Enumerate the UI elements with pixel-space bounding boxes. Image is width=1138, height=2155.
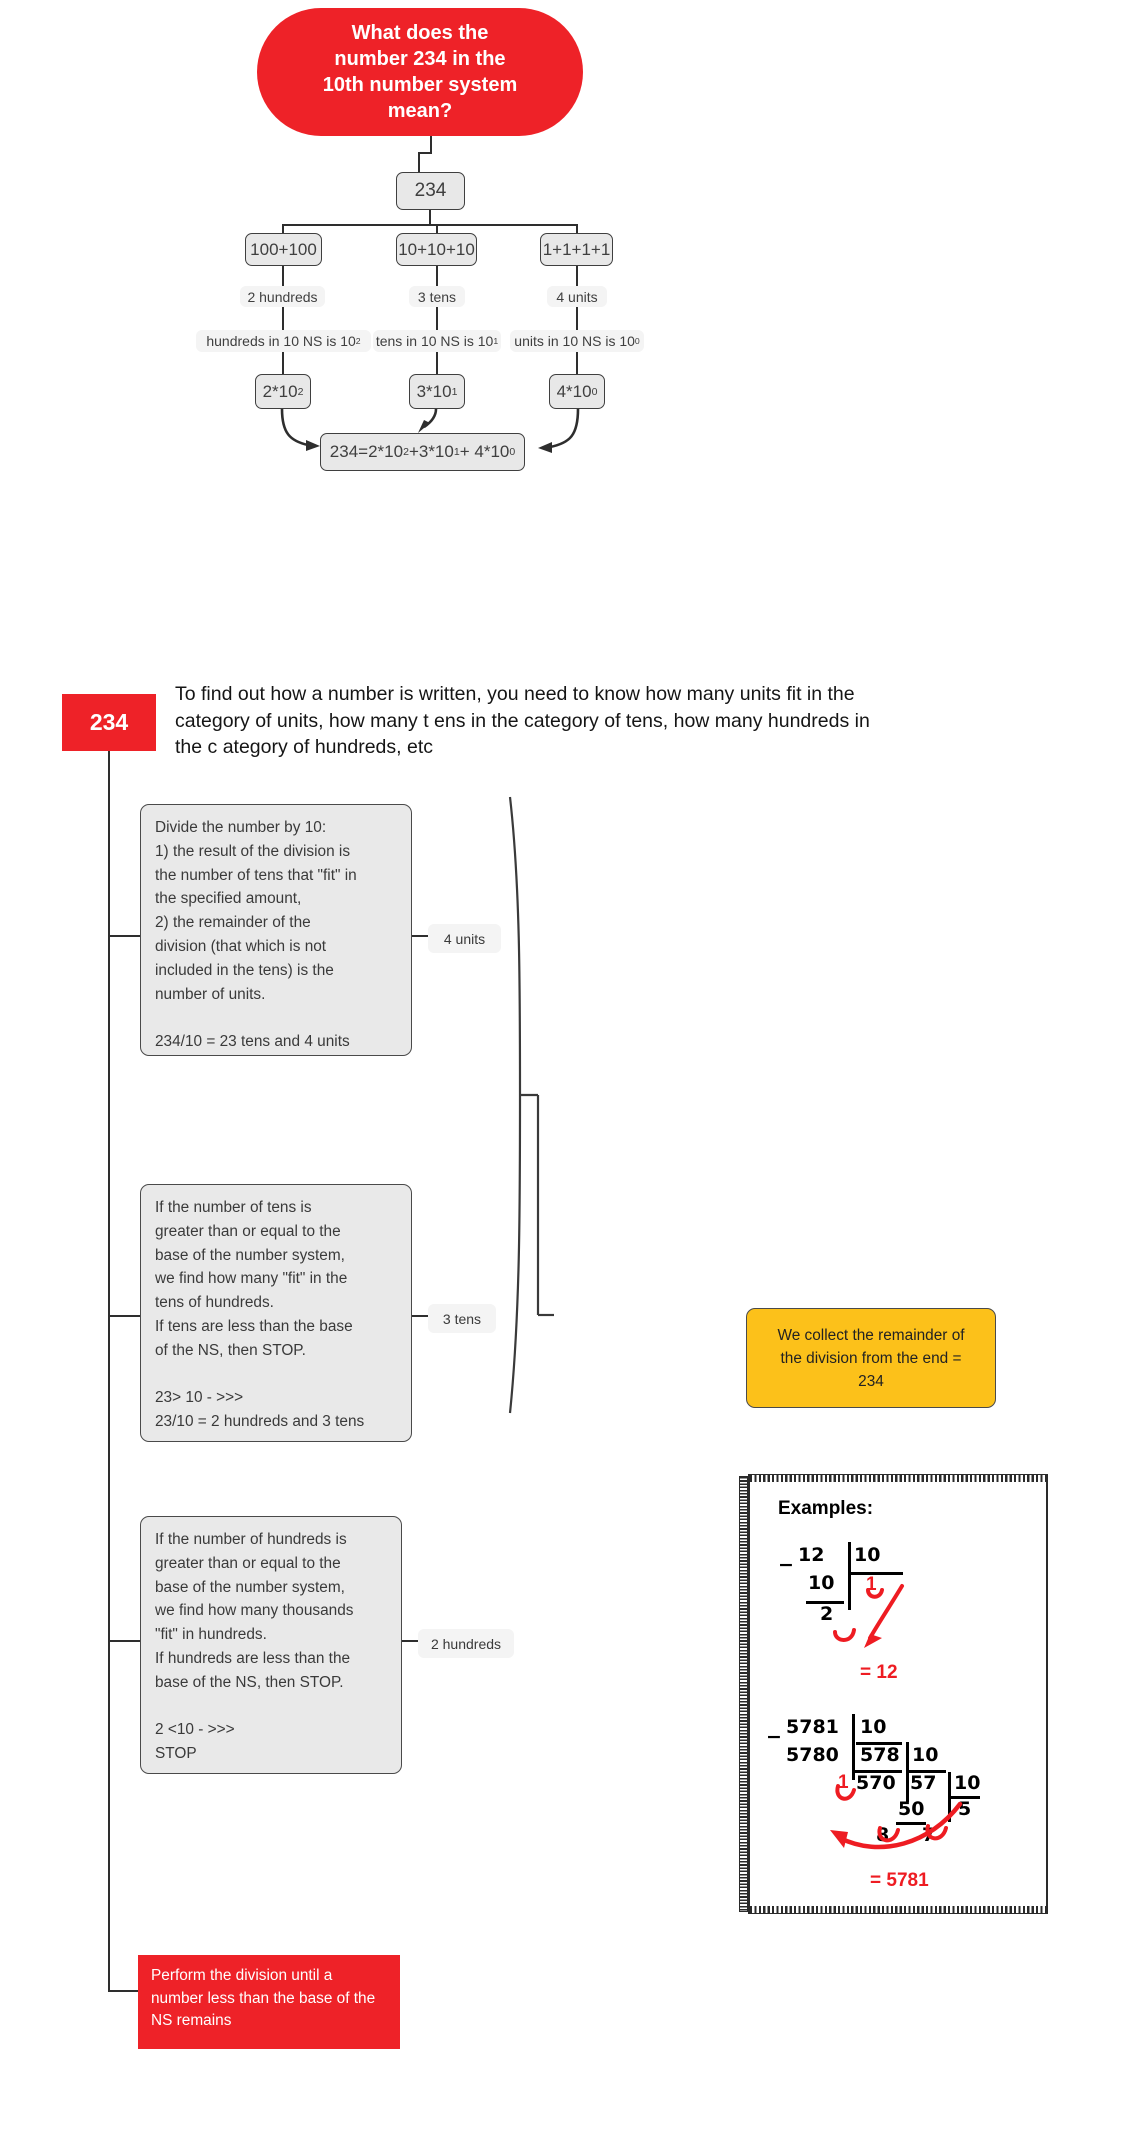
connector-b1-a	[282, 266, 285, 286]
node-power-units: 4*10 0	[549, 374, 605, 409]
label-3-tens: 3 tens	[409, 286, 465, 307]
panel-border-top	[750, 1475, 1046, 1482]
step2-tick	[412, 1315, 429, 1318]
root-question-text: What does the number 234 in the 10th num…	[322, 22, 518, 122]
connector-b1-c	[282, 352, 285, 374]
connector-root-vert-b	[418, 152, 421, 172]
grouping-brace	[508, 796, 554, 1414]
connector-b2-c	[436, 352, 439, 374]
red-note-box: Perform the division until a number less…	[138, 1955, 400, 2049]
ex2-q1: 578	[860, 1744, 900, 1766]
node-power-hundreds: 2*10 2	[255, 374, 311, 409]
connector-b3-c	[576, 352, 579, 374]
spine-branch-1	[108, 935, 141, 938]
step-box-3: If the number of hundreds is greater tha…	[140, 1516, 402, 1774]
node-power-tens: 3*10 1	[409, 374, 465, 409]
connector-b2-a	[436, 266, 439, 286]
ex2-minus-sign: −	[766, 1726, 782, 1748]
spine-branch-3	[108, 1640, 141, 1643]
side-label-2-hundreds: 2 hundreds	[418, 1629, 514, 1658]
ex1-result: = 12	[860, 1662, 898, 1683]
connector-b2-b	[436, 307, 439, 330]
step-box-1: Divide the number by 10: 1) the result o…	[140, 804, 412, 1056]
ex2-subtrahend: 5780	[786, 1744, 839, 1766]
node-sum-units: 1+1+1+1	[540, 233, 613, 266]
examples-panel: Examples: − 12 10 10 1 2 = 12 − 5781 10 …	[739, 1474, 1048, 1914]
label-4-units: 4 units	[547, 286, 607, 307]
spine-branch-4	[108, 1990, 141, 1993]
step3-tick	[402, 1640, 419, 1643]
connector-b3-b	[576, 307, 579, 330]
yellow-result-box: We collect the remainder of the division…	[746, 1308, 996, 1408]
intro-paragraph: To find out how a number is written, you…	[175, 683, 870, 758]
ex2-result: = 5781	[870, 1870, 929, 1891]
ex1-red-arrows	[833, 1584, 904, 1648]
connector-b1-b	[282, 307, 285, 330]
root-question-bubble: What does the number 234 in the 10th num…	[257, 8, 583, 136]
panel-border-bottom	[750, 1906, 1046, 1913]
ex1-divisor: 10	[854, 1544, 881, 1566]
node-sum-tens: 10+10+10	[396, 233, 477, 266]
node-final-equation: 234=2*10 2 +3*10 1 + 4*10 0	[320, 433, 525, 471]
label-rule-hundreds: hundreds in 10 NS is 10 2	[196, 330, 371, 352]
side-label-3-tens: 3 tens	[428, 1304, 496, 1333]
ex1-dividend: 12	[798, 1544, 825, 1566]
connector-b3-a	[576, 266, 579, 286]
label-2-hundreds: 2 hundreds	[240, 286, 325, 307]
step1-tick	[412, 935, 429, 938]
ex2-dividend: 5781	[786, 1716, 839, 1738]
node-sum-hundreds: 100+100	[245, 233, 322, 266]
label-rule-tens: tens in 10 NS is 10 1	[373, 330, 501, 352]
tag-number-234: 234	[62, 694, 156, 751]
node-number-234: 234	[396, 172, 465, 210]
ex1-minus-sign: −	[778, 1554, 794, 1576]
ex2-red-arrows	[830, 1784, 963, 1850]
connector-split-bar	[283, 224, 578, 227]
spine-branch-2	[108, 1315, 141, 1318]
side-label-4-units: 4 units	[428, 924, 501, 953]
examples-title: Examples:	[778, 1498, 874, 1519]
step-box-2: If the number of tens is greater than or…	[140, 1184, 412, 1442]
ex2-d2: 10	[912, 1744, 939, 1766]
label-rule-units: units in 10 NS is 10 0	[510, 330, 644, 352]
ex2-divisor: 10	[860, 1716, 887, 1738]
